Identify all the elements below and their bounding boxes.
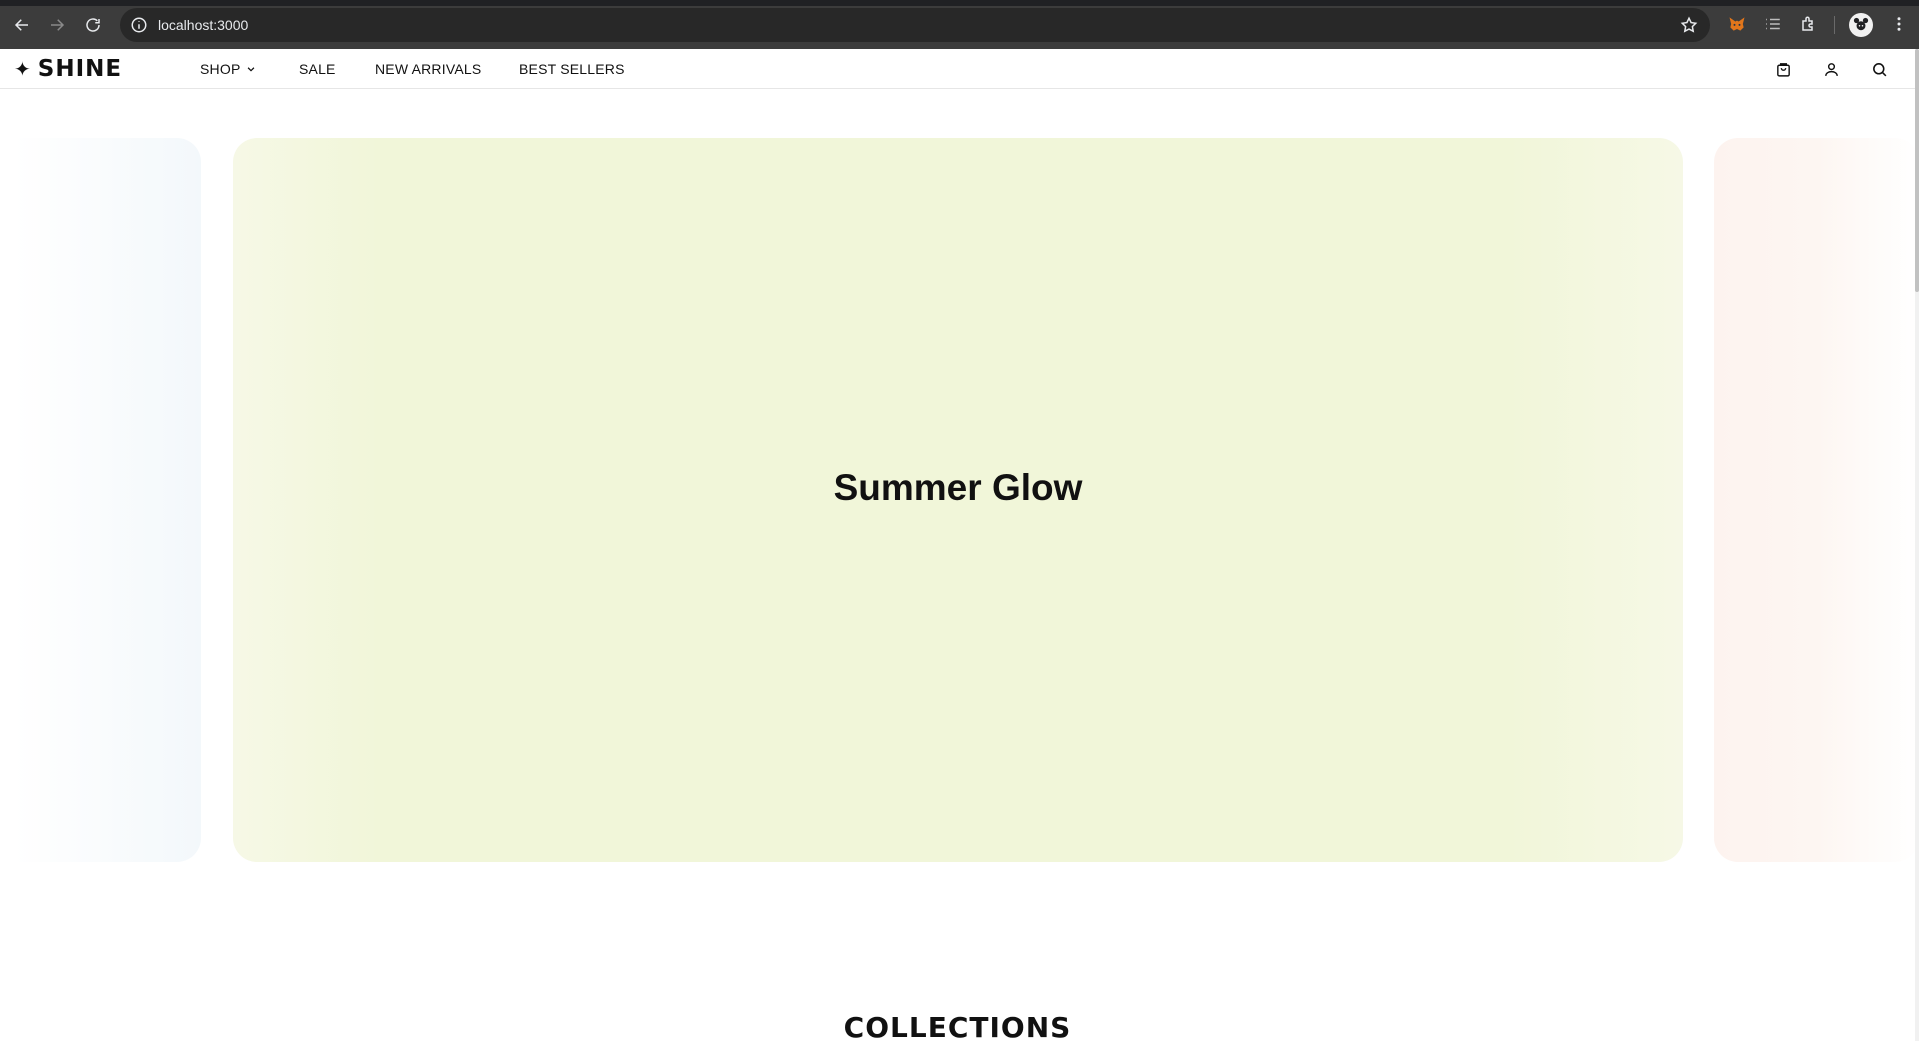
arrow-left-icon [14,19,28,31]
toolbar-divider [1834,16,1835,34]
carousel-slide-next[interactable] [1714,138,1919,862]
url-text[interactable]: localhost:3000 [158,16,248,34]
cart-icon[interactable] [1773,59,1793,79]
browser-chrome: localhost:3000 [0,0,1919,49]
profile-avatar-icon[interactable] [1849,13,1873,37]
tab-strip [0,0,1919,6]
carousel-slide-active[interactable]: Summer Glow [233,138,1683,862]
slide-title: Summer Glow [833,466,1083,508]
collections-heading: COLLECTIONS [843,1011,1072,1044]
nav-shop-menu[interactable]: SHOP [200,61,256,77]
site-logo[interactable]: ✦ SHINE [14,56,122,82]
arrow-right-icon [51,19,65,31]
carousel-slide-previous[interactable] [0,138,201,862]
address-bar[interactable]: localhost:3000 [120,8,1710,42]
user-icon[interactable] [1821,59,1841,79]
metamask-extension-icon[interactable] [1725,12,1749,36]
reading-list-icon[interactable] [1761,12,1785,36]
page-scrollbar-thumb[interactable] [1915,49,1919,292]
forward-button[interactable] [44,12,70,38]
site-header: ✦ SHINE SHOP SALE NEW ARRIVALS BEST SELL… [0,49,1915,89]
search-icon[interactable] [1869,59,1889,79]
nav-sale-link[interactable]: SALE [299,61,336,77]
reload-icon [86,18,100,32]
chevron-down-icon [248,67,255,72]
back-button[interactable] [9,12,35,38]
browser-menu-icon[interactable] [1887,12,1911,36]
info-icon[interactable] [130,16,148,34]
nav-best-sellers-link[interactable]: BEST SELLERS [519,61,625,77]
reload-button[interactable] [80,12,106,38]
logo-text: SHINE [37,56,123,82]
sparkle-icon: ✦ [14,57,32,81]
bookmark-star-icon[interactable] [1680,16,1698,34]
extensions-puzzle-icon[interactable] [1797,12,1821,36]
nav-new-arrivals-link[interactable]: NEW ARRIVALS [375,61,481,77]
nav-shop-label: SHOP [200,61,241,77]
